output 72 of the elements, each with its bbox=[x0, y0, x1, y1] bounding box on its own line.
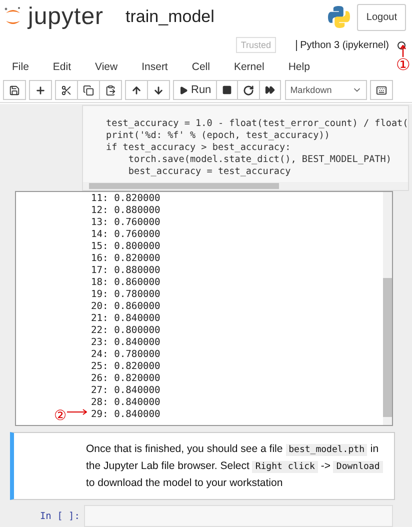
output-line: 26: 0.820000 bbox=[91, 373, 160, 385]
play-icon bbox=[179, 86, 188, 94]
keyboard-button[interactable] bbox=[370, 80, 394, 100]
annotation-marker: ① bbox=[396, 57, 410, 75]
arrow-up-icon bbox=[131, 84, 142, 96]
kernel-idle-icon bbox=[397, 40, 406, 50]
output-line: 21: 0.840000 bbox=[91, 313, 160, 325]
output-scrollbar[interactable] bbox=[383, 192, 392, 425]
output-line: 12: 0.880000 bbox=[91, 205, 160, 217]
save-button[interactable] bbox=[3, 80, 26, 100]
jupyter-logo-text: jupyter bbox=[28, 3, 104, 31]
output-line: 11: 0.820000 bbox=[91, 193, 160, 205]
logout-button[interactable]: Logout bbox=[357, 4, 406, 30]
run-button[interactable]: Run bbox=[173, 80, 218, 100]
code-cell[interactable] bbox=[82, 105, 410, 191]
output-line: 28: 0.840000 bbox=[91, 397, 160, 409]
arrow-down-icon bbox=[153, 84, 164, 96]
output-line: 20: 0.860000 bbox=[91, 301, 160, 313]
output-line: 17: 0.880000 bbox=[91, 265, 160, 277]
add-cell-button[interactable] bbox=[29, 80, 52, 100]
output-line: 19: 0.780000 bbox=[91, 289, 160, 301]
fast-forward-icon bbox=[265, 85, 276, 95]
move-down-button[interactable] bbox=[147, 80, 170, 100]
scissors-icon bbox=[61, 84, 72, 96]
output-line: 29: 0.840000 bbox=[91, 409, 160, 421]
output-line: 13: 0.760000 bbox=[91, 217, 160, 229]
run-all-button[interactable] bbox=[259, 80, 282, 100]
markdown-text: Once that is finished, you should see a file best_model.pth in the Jupyter Lab file browser. Select Right click -> Download to download the model to your workstation bbox=[86, 441, 384, 491]
output-line: 14: 0.760000 bbox=[91, 229, 160, 241]
annotation-arrow bbox=[67, 409, 87, 415]
clipboard-icon bbox=[105, 84, 116, 96]
copy-icon bbox=[83, 84, 94, 96]
cut-button[interactable] bbox=[55, 80, 78, 100]
annotation-arrow bbox=[400, 45, 406, 57]
stop-icon bbox=[222, 85, 232, 95]
markdown-cell[interactable]: Once that is finished, you should see a file best_model.pth in the Jupyter Lab file browser. Select Right click -> Download to download the model to your workstation bbox=[10, 432, 396, 500]
annotation-marker: ② bbox=[54, 409, 67, 421]
code-line: if test_accuracy > best_accuracy: bbox=[105, 142, 292, 154]
plus-icon bbox=[35, 84, 46, 96]
output-line: 23: 0.840000 bbox=[91, 337, 160, 349]
code-line: test_accuracy = 1.0 - float(test_error_count) / float( bbox=[105, 118, 408, 130]
stop-button[interactable] bbox=[216, 80, 238, 100]
code-input-field[interactable] bbox=[84, 505, 394, 527]
restart-button[interactable] bbox=[237, 80, 260, 100]
paste-button[interactable] bbox=[99, 80, 122, 100]
output-line: 16: 0.820000 bbox=[91, 253, 160, 265]
menu-item[interactable]: Cell bbox=[188, 61, 222, 73]
horizontal-scrollbar[interactable] bbox=[83, 182, 408, 190]
output-line: 18: 0.860000 bbox=[91, 277, 160, 289]
cell-type-dropdown[interactable]: Markdown bbox=[285, 80, 368, 100]
kernel-name: Python 3 (ipykernel) bbox=[296, 40, 389, 50]
output-line: 22: 0.800000 bbox=[91, 325, 160, 337]
code-line: print('%d: %f' % (epoch, test_accuracy)) bbox=[105, 130, 331, 142]
code-line: torch.save(model.state_dict(), BEST_MODEL_PATH) bbox=[127, 154, 392, 166]
menu-item[interactable]: Help bbox=[284, 61, 322, 73]
output-line: 25: 0.820000 bbox=[91, 361, 160, 373]
input-prompt: In [ ]: bbox=[38, 510, 81, 522]
keyboard-icon bbox=[376, 84, 388, 96]
output-line: 15: 0.800000 bbox=[91, 241, 160, 253]
code-line: best_accuracy = test_accuracy bbox=[127, 166, 292, 178]
menu-item[interactable]: File bbox=[8, 61, 41, 73]
move-up-button[interactable] bbox=[125, 80, 148, 100]
notebook-title[interactable]: train_model bbox=[126, 7, 322, 27]
output-line: 24: 0.780000 bbox=[91, 349, 160, 361]
copy-button[interactable] bbox=[77, 80, 100, 100]
menu-item[interactable]: View bbox=[91, 61, 130, 73]
python-logo-icon bbox=[327, 5, 352, 29]
menu-item[interactable]: Kernel bbox=[230, 61, 276, 73]
restart-icon bbox=[243, 84, 254, 96]
menu-item[interactable]: Edit bbox=[48, 61, 84, 73]
menu-item[interactable]: Insert bbox=[138, 61, 180, 73]
output-line: 27: 0.840000 bbox=[91, 385, 160, 397]
